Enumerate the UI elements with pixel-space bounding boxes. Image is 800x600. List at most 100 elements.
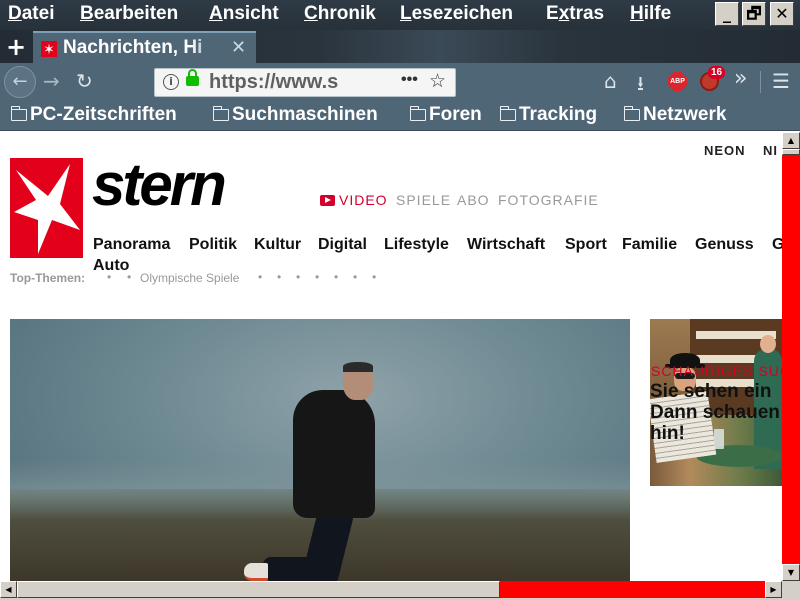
stern-favicon-icon: ✶ — [41, 41, 57, 57]
stern-wordmark[interactable]: stern — [92, 150, 227, 219]
scroll-right-icon[interactable]: ▶ — [765, 581, 782, 598]
nav-wirtschaft[interactable]: Wirtschaft — [467, 236, 545, 254]
home-icon[interactable]: ⌂ — [604, 69, 617, 93]
menu-datei[interactable]: Datei — [8, 3, 54, 25]
hero-image[interactable] — [10, 319, 630, 581]
menu-datei-accesskey: D — [8, 3, 22, 24]
reload-button[interactable]: ↻ — [76, 69, 93, 93]
sec-nav-spiele[interactable]: SPIELE — [396, 192, 451, 208]
nav-panorama[interactable]: Panorama — [93, 236, 170, 254]
page-content: stern NEON NI VIDEO SPIELE ABO FOTOGRAFI… — [0, 132, 782, 581]
top-themen-dot: • — [107, 270, 112, 284]
nav-genuss[interactable]: Genuss — [695, 236, 754, 254]
extension-badge: 16 — [708, 66, 726, 79]
menu-ansicht[interactable]: Ansicht — [209, 3, 279, 25]
bookmark-label: Tracking — [519, 104, 598, 125]
top-themen-label: Top-Themen: — [10, 271, 86, 285]
nav-sport[interactable]: Sport — [565, 236, 607, 254]
bookmark-label: Foren — [429, 104, 482, 125]
menu-chronik-label: hronik — [317, 3, 376, 24]
scroll-left-icon[interactable]: ◀ — [0, 581, 17, 598]
overflow-chevron-icon[interactable]: » — [734, 66, 747, 91]
side-woman-head — [760, 335, 776, 353]
sec-nav-abo[interactable]: ABO — [457, 192, 490, 208]
horizontal-scrollbar[interactable]: ◀ ▶ — [0, 581, 782, 598]
hero-person-jacket — [293, 390, 375, 518]
top-themen-dot: • — [296, 270, 301, 284]
bookmark-label: PC-Zeitschriften — [30, 104, 177, 125]
side-teaser-kicker[interactable]: SCHAURIGES SUCH — [651, 363, 800, 379]
new-tab-button[interactable]: + — [6, 33, 26, 61]
top-themen-dot: • — [127, 270, 132, 284]
restore-button[interactable]: 🗗 — [742, 2, 766, 26]
tab-active[interactable]: ✶ Nachrichten, Hi ✕ — [33, 31, 256, 63]
stern-star-icon — [14, 164, 80, 254]
bookmark-folder-pc-zeitschriften[interactable]: PC-Zeitschriften — [10, 104, 177, 126]
folder-icon — [10, 106, 27, 121]
page-actions-icon[interactable]: ••• — [401, 71, 418, 89]
menu-lesezeichen-label: esezeichen — [411, 3, 514, 24]
folder-icon — [623, 106, 640, 121]
download-icon[interactable]: ⭳ — [637, 69, 644, 103]
nav-familie[interactable]: Familie — [622, 236, 677, 254]
navigation-toolbar: ← → ↻ i https://www.s ••• ☆ ⌂ ⭳ ABP 16 »… — [0, 63, 800, 101]
menu-bearbeiten-label: earbeiten — [93, 3, 179, 24]
menu-hilfe-accesskey: H — [630, 3, 644, 24]
nav-auto[interactable]: Auto — [93, 257, 129, 275]
nav-kultur[interactable]: Kultur — [254, 236, 301, 254]
menu-datei-label: atei — [21, 3, 55, 24]
top-themen-olympische-spiele[interactable]: Olympische Spiele — [140, 271, 239, 285]
vertical-scroll-thumb[interactable] — [782, 149, 800, 155]
toolbar-divider — [760, 71, 761, 93]
bookmark-folder-tracking[interactable]: Tracking — [499, 104, 598, 126]
sec-nav-video[interactable]: VIDEO — [320, 192, 388, 208]
tab-bar: + ✶ Nachrichten, Hi ✕ — [0, 30, 800, 63]
menu-hilfe-label: ilfe — [643, 3, 672, 24]
scroll-down-icon[interactable]: ▼ — [782, 564, 800, 581]
hamburger-menu-icon[interactable]: ☰ — [772, 69, 790, 93]
bookmark-label: Netzwerk — [643, 104, 727, 125]
top-themen-dot: • — [372, 270, 377, 284]
nav-digital[interactable]: Digital — [318, 236, 367, 254]
close-window-button[interactable]: ✕ — [770, 2, 794, 26]
hero-person-leg — [263, 557, 333, 581]
stern-logo[interactable] — [10, 158, 83, 258]
hero-person-hair — [343, 362, 373, 372]
vertical-scrollbar[interactable]: ▲ ▼ — [782, 132, 800, 581]
url-bar[interactable]: i https://www.s ••• ☆ — [154, 68, 456, 97]
site-info-icon[interactable]: i — [163, 74, 179, 90]
hero-person-shoe — [244, 563, 268, 581]
nav-politik[interactable]: Politik — [189, 236, 237, 254]
menu-ansicht-accesskey: A — [209, 3, 223, 24]
sec-nav-fotografie[interactable]: FOTOGRAFIE — [498, 192, 599, 208]
side-teaser-headline[interactable]: Sie sehen ein Dann schauen hin! — [650, 381, 780, 444]
tab-title: Nachrichten, Hi — [63, 37, 203, 58]
minimize-button[interactable]: _ — [715, 2, 739, 26]
menu-lesezeichen[interactable]: Lesezeichen — [400, 3, 513, 25]
nav-lifestyle[interactable]: Lifestyle — [384, 236, 449, 254]
top-link-ni[interactable]: NI — [763, 143, 778, 158]
url-text[interactable]: https://www.s — [209, 71, 394, 94]
tab-close-icon[interactable]: ✕ — [231, 37, 246, 58]
bookmark-folder-netzwerk[interactable]: Netzwerk — [623, 104, 727, 126]
horizontal-scroll-thumb[interactable] — [17, 581, 500, 598]
menu-extras[interactable]: Extras — [546, 3, 604, 25]
nav-g-truncated[interactable]: G — [772, 236, 782, 254]
scrollbar-corner — [782, 581, 800, 600]
bookmark-star-icon[interactable]: ☆ — [429, 70, 446, 92]
back-button[interactable]: ← — [4, 66, 36, 98]
bookmark-folder-foren[interactable]: Foren — [409, 104, 482, 126]
scroll-up-icon[interactable]: ▲ — [782, 132, 800, 149]
menu-chronik[interactable]: Chronik — [304, 3, 376, 25]
menu-bearbeiten[interactable]: Bearbeiten — [80, 3, 178, 25]
menu-ansicht-label: nsicht — [222, 3, 279, 24]
top-link-neon[interactable]: NEON — [704, 143, 746, 158]
bookmark-folder-suchmaschinen[interactable]: Suchmaschinen — [212, 104, 378, 126]
top-themen-dot: • — [277, 270, 282, 284]
top-themen-dot: • — [334, 270, 339, 284]
adblock-plus-icon[interactable]: ABP — [668, 72, 687, 91]
forward-button[interactable]: → — [43, 69, 60, 93]
menu-hilfe[interactable]: Hilfe — [630, 3, 671, 25]
folder-icon — [212, 106, 229, 121]
menu-chronik-accesskey: C — [304, 3, 318, 24]
